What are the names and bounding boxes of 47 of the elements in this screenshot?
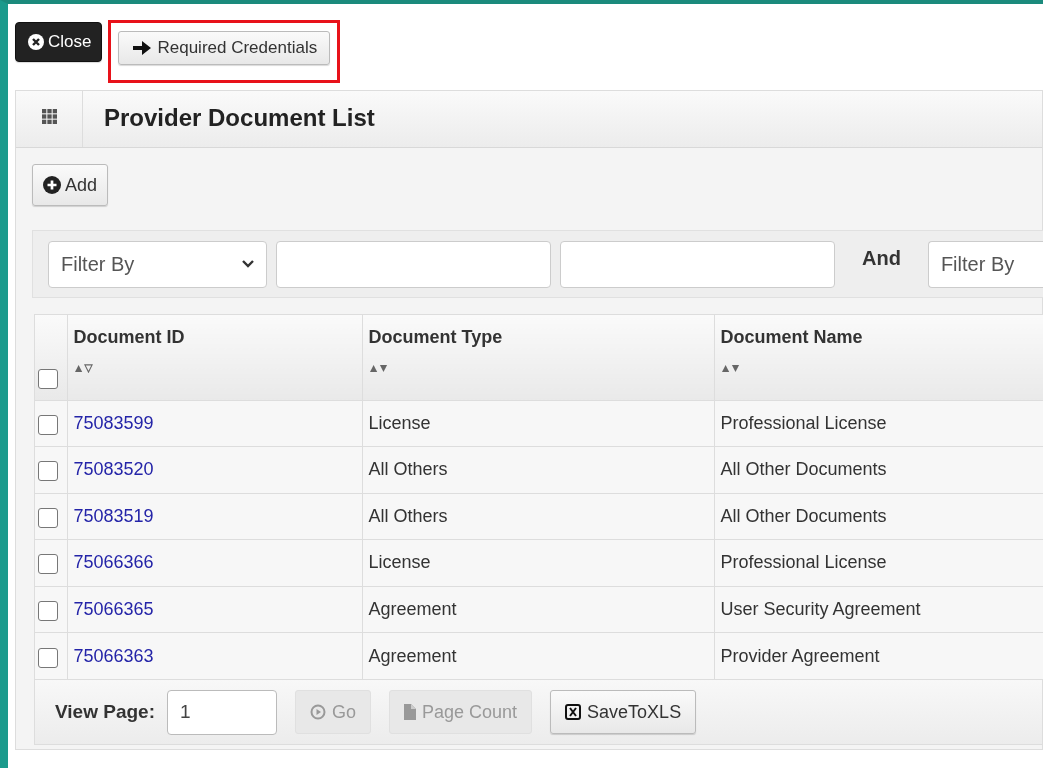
table-cell: Provider Agreement — [720, 645, 880, 666]
document-id-link[interactable]: 75066366 — [73, 552, 154, 573]
and-label: And — [862, 246, 901, 270]
checkbox[interactable] — [38, 554, 58, 575]
file-icon — [404, 704, 416, 720]
table-cell: License — [368, 412, 431, 433]
checkbox[interactable] — [38, 368, 58, 389]
play-circle-icon — [310, 704, 326, 720]
sort-ascending-icon[interactable] — [73, 364, 94, 373]
table-cell: Professional License — [720, 412, 887, 433]
table-cell: All Other Documents — [720, 459, 887, 480]
document-id-link[interactable]: 75083519 — [73, 505, 154, 526]
checkbox[interactable] — [38, 461, 58, 482]
filter-select[interactable]: Filter By — [927, 240, 1043, 288]
filter-input[interactable] — [560, 240, 835, 288]
table-cell: Agreement — [368, 598, 457, 619]
document-id-link[interactable]: 75066363 — [73, 645, 154, 666]
plus-icon — [43, 176, 61, 194]
table-cell: User Security Agreement — [720, 598, 921, 619]
table-cell: All Other Documents — [720, 505, 887, 526]
document-id-link[interactable]: 75066365 — [73, 598, 154, 619]
panel-title: Provider Document List — [103, 103, 375, 133]
close-icon — [28, 34, 44, 50]
close-button[interactable]: Close — [15, 22, 103, 62]
checkbox[interactable] — [38, 507, 58, 528]
grid-icon — [41, 108, 57, 124]
table-cell: License — [368, 552, 431, 573]
table-cell: All Others — [368, 459, 448, 480]
save-to-xls-button[interactable]: SaveToXLS — [550, 690, 697, 734]
chevron-down-icon — [242, 260, 254, 268]
document-id-link[interactable]: 75083599 — [73, 412, 154, 433]
checkbox[interactable] — [38, 600, 58, 621]
add-button[interactable]: Add — [32, 164, 109, 206]
table-cell: Professional License — [720, 552, 887, 573]
view-page-label: View Page: — [55, 701, 155, 723]
filter-select[interactable]: Filter By — [48, 240, 267, 288]
filter-input[interactable] — [276, 240, 551, 288]
page-input[interactable]: 1 — [167, 689, 277, 735]
document-id-link[interactable]: 75083520 — [73, 459, 154, 480]
checkbox[interactable] — [38, 647, 58, 668]
checkbox[interactable] — [38, 414, 58, 435]
table-cell: All Others — [368, 505, 448, 526]
sort-icon[interactable] — [368, 364, 389, 373]
credentials-button[interactable]: Required Credentials — [118, 31, 331, 65]
sort-icon[interactable] — [720, 364, 741, 373]
spreadsheet-icon — [565, 704, 582, 720]
table-cell: Agreement — [368, 645, 457, 666]
